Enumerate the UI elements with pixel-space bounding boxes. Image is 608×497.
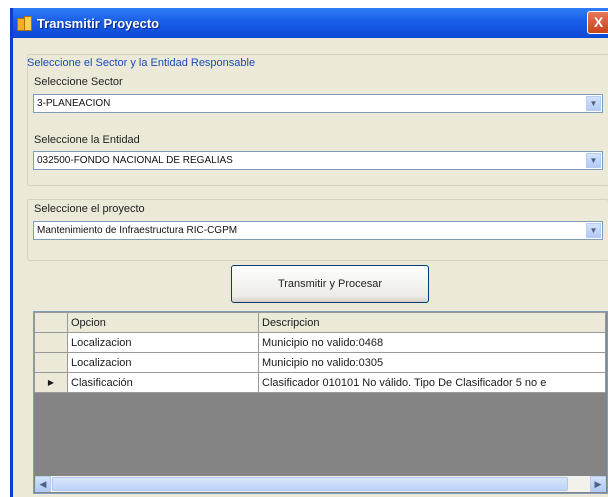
chevron-down-icon[interactable]: ▼ (586, 153, 601, 168)
chevron-down-icon[interactable]: ▼ (586, 96, 601, 111)
sector-value: 3-PLANEACION (37, 98, 111, 109)
app-icon (17, 16, 32, 31)
table-row[interactable]: Localizacion Municipio no valido:0468 (34, 332, 606, 353)
close-button[interactable]: X (587, 11, 608, 34)
horizontal-scrollbar[interactable]: ◀ ▶ (35, 476, 606, 492)
table-row[interactable]: ▶ Clasificación Clasificador 010101 No v… (34, 372, 606, 393)
transmit-process-button[interactable]: Transmitir y Procesar (231, 265, 429, 303)
cell-descripcion[interactable]: Municipio no valido:0305 (258, 352, 606, 373)
project-value: Mantenimiento de Infraestructura RIC-CGP… (37, 225, 238, 236)
group-title: Seleccione el Sector y la Entidad Respon… (27, 57, 256, 69)
grid-header-row: Opcion Descripcion (34, 312, 606, 333)
table-row[interactable]: Localizacion Municipio no valido:0305 (34, 352, 606, 373)
cell-descripcion[interactable]: Clasificador 010101 No válido. Tipo De C… (258, 372, 606, 393)
cell-opcion[interactable]: Clasificación (67, 372, 259, 393)
sector-combobox[interactable]: 3-PLANEACION ▼ (33, 94, 603, 113)
column-header-opcion[interactable]: Opcion (67, 312, 259, 333)
cell-descripcion[interactable]: Municipio no valido:0468 (258, 332, 606, 353)
current-row-indicator-icon[interactable]: ▶ (34, 372, 68, 393)
entity-value: 032500-FONDO NACIONAL DE REGALIAS (37, 155, 233, 166)
chevron-down-icon[interactable]: ▼ (586, 223, 601, 238)
entity-combobox[interactable]: 032500-FONDO NACIONAL DE REGALIAS ▼ (33, 151, 603, 170)
scrollbar-thumb[interactable] (52, 477, 568, 491)
title-bar[interactable]: Transmitir Proyecto X (13, 8, 608, 38)
row-header-corner (34, 312, 68, 333)
project-combobox[interactable]: Mantenimiento de Infraestructura RIC-CGP… (33, 221, 603, 240)
sector-label: Seleccione Sector (34, 76, 123, 88)
transmitir-proyecto-window: Transmitir Proyecto X Seleccione el Sect… (10, 8, 608, 497)
project-label: Seleccione el proyecto (34, 203, 145, 215)
results-grid[interactable]: Opcion Descripcion Localizacion Municipi… (33, 311, 608, 494)
cell-opcion[interactable]: Localizacion (67, 332, 259, 353)
entity-label: Seleccione la Entidad (34, 134, 140, 146)
window-title: Transmitir Proyecto (37, 15, 160, 31)
row-indicator[interactable] (34, 352, 68, 373)
row-indicator[interactable] (34, 332, 68, 353)
scroll-right-icon[interactable]: ▶ (590, 476, 606, 492)
scroll-left-icon[interactable]: ◀ (35, 476, 51, 492)
column-header-descripcion[interactable]: Descripcion (258, 312, 606, 333)
cell-opcion[interactable]: Localizacion (67, 352, 259, 373)
